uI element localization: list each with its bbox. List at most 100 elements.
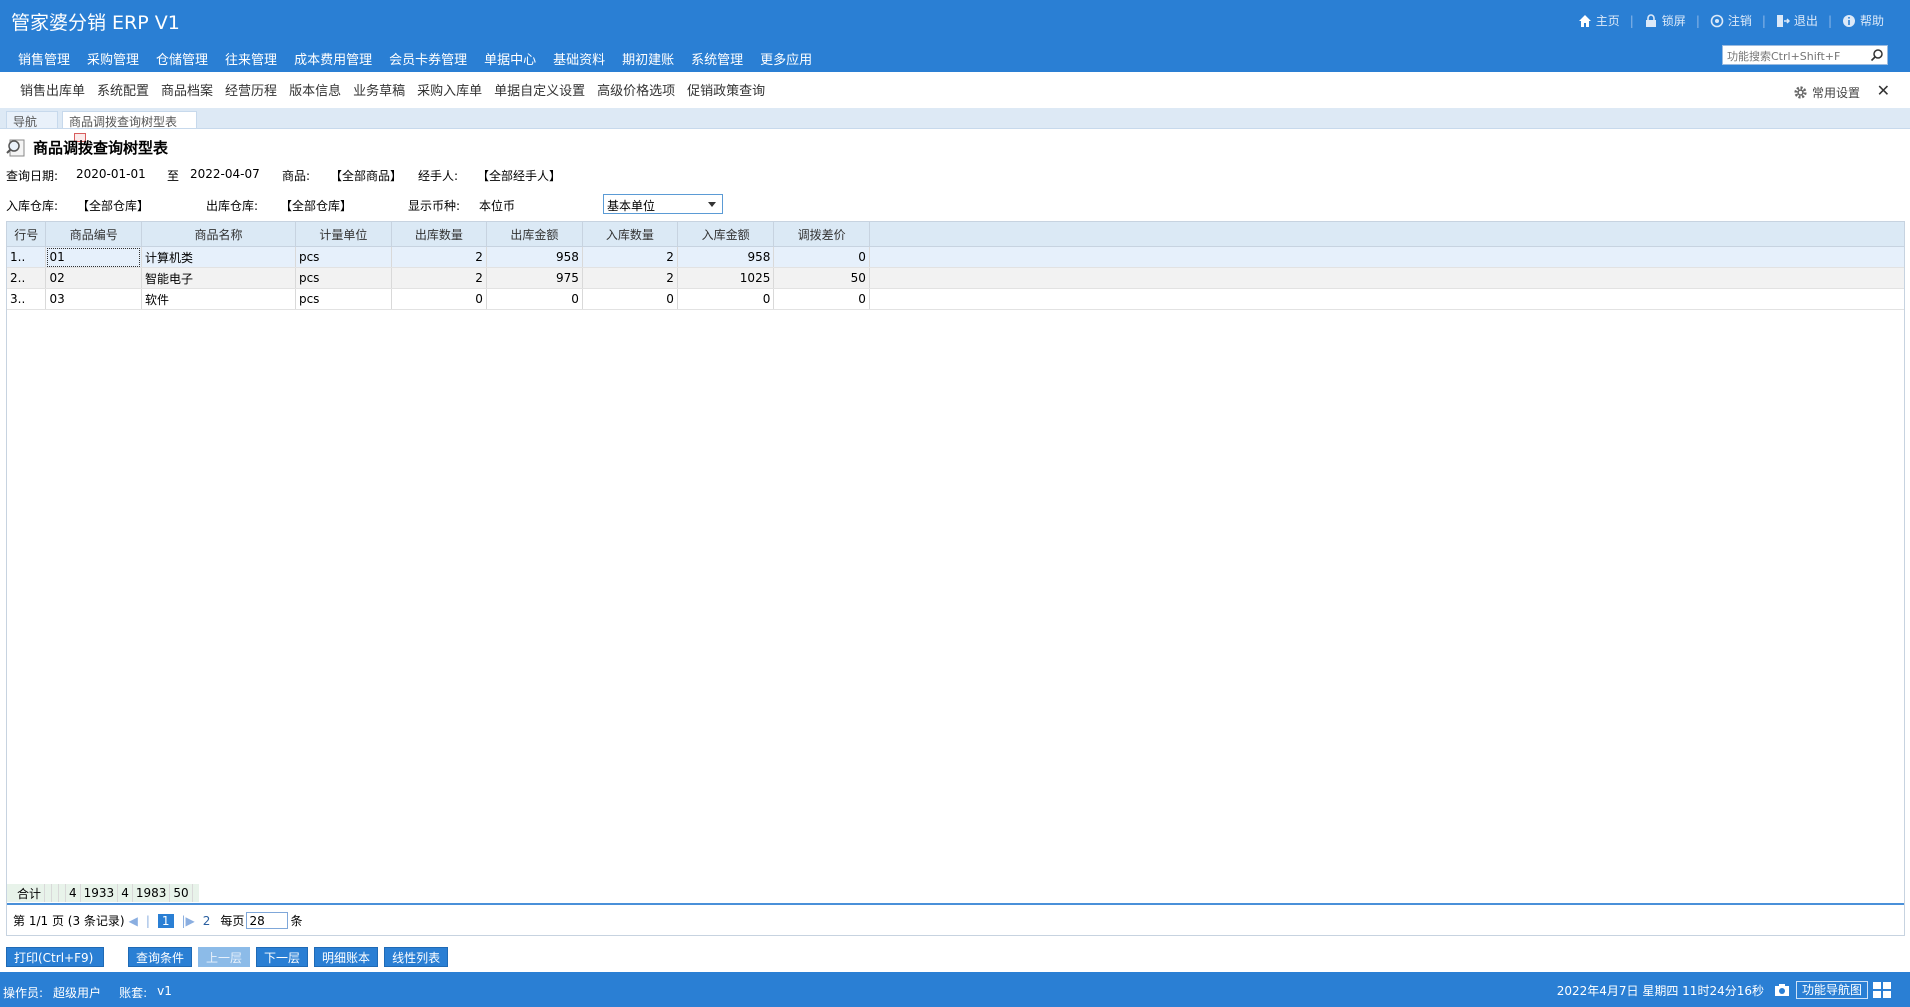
col-header-out-qty[interactable]: 出库数量	[391, 222, 487, 247]
prev-page-icon[interactable]: |	[146, 914, 150, 928]
home-link[interactable]: 主页	[1568, 12, 1630, 29]
nav-cost[interactable]: 成本费用管理	[294, 49, 372, 68]
currency-label: 显示币种:	[408, 199, 461, 213]
cell-price-diff[interactable]: 0	[773, 246, 870, 268]
lock-link[interactable]: 锁屏	[1634, 12, 1696, 29]
col-header-goods-name[interactable]: 商品名称	[141, 222, 296, 247]
col-header-filler	[869, 222, 1904, 247]
cell-out-amount[interactable]: 0	[486, 288, 583, 310]
level-up-button[interactable]: 上一层	[198, 947, 251, 967]
logout-label: 注销	[1727, 14, 1752, 28]
function-search	[1722, 45, 1888, 66]
cell-goods-name[interactable]: 软件	[141, 288, 296, 310]
operator-value: 超级用户	[53, 986, 102, 1000]
logout-link[interactable]: 注销	[1700, 12, 1762, 29]
quick-purchase-in[interactable]: 采购入库单	[417, 80, 482, 99]
refresh-page-icon[interactable]: 2	[203, 914, 211, 928]
nav-map-button[interactable]: 功能导航图	[1795, 981, 1868, 999]
function-search-input[interactable]	[1723, 46, 1869, 66]
cell-out-qty[interactable]: 2	[391, 246, 487, 268]
nav-purchase[interactable]: 采购管理	[87, 49, 139, 68]
cell-goods-name[interactable]: 计算机类	[141, 246, 296, 268]
table-row[interactable]: 2.. 02 智能电子 pcs 2 975 2 1025 50	[7, 267, 1904, 289]
quick-sales-out[interactable]: 销售出库单	[20, 80, 85, 99]
cell-out-amount[interactable]: 958	[486, 246, 583, 268]
nav-documents[interactable]: 单据中心	[484, 49, 536, 68]
nav-more[interactable]: 更多应用	[760, 49, 812, 68]
exit-link[interactable]: 退出	[1766, 12, 1828, 29]
col-header-unit[interactable]: 计量单位	[295, 222, 392, 247]
print-button[interactable]: 打印(Ctrl+F9)	[6, 947, 104, 967]
quick-version[interactable]: 版本信息	[289, 80, 341, 99]
cell-out-qty[interactable]: 0	[391, 288, 487, 310]
cell-goods-code[interactable]: 01	[45, 246, 142, 268]
cell-unit[interactable]: pcs	[295, 246, 392, 268]
nav-accounts[interactable]: 往来管理	[225, 49, 277, 68]
search-icon[interactable]	[1870, 48, 1884, 62]
cell-in-amount[interactable]: 958	[677, 246, 775, 268]
quick-promotion[interactable]: 促销政策查询	[687, 80, 765, 99]
cell-in-qty[interactable]: 2	[582, 246, 678, 268]
cell-in-qty[interactable]: 0	[582, 288, 678, 310]
cell-in-amount[interactable]: 1025	[677, 267, 775, 289]
current-page-button[interactable]: 1	[157, 913, 174, 928]
unit-select[interactable]: 基本单位	[603, 194, 723, 214]
grid-header-row: 行号 商品编号 商品名称 计量单位 出库数量 出库金额 入库数量 入库金额 调拨…	[7, 222, 1904, 247]
nav-sales[interactable]: 销售管理	[18, 49, 70, 68]
quick-history[interactable]: 经营历程	[225, 80, 277, 99]
per-page-input[interactable]	[246, 912, 289, 929]
quick-goods-archive[interactable]: 商品档案	[161, 80, 213, 99]
cell-goods-name[interactable]: 智能电子	[141, 267, 296, 289]
page-title: 商品调拨查询树型表	[33, 139, 169, 157]
cell-goods-code[interactable]: 02	[45, 267, 142, 289]
cell-unit[interactable]: pcs	[295, 267, 392, 289]
total-out-amount: 1933	[80, 884, 119, 902]
help-label: 帮助	[1859, 14, 1884, 28]
quick-system-config[interactable]: 系统配置	[97, 80, 149, 99]
tab-transfer-tree-report[interactable]: 商品调拨查询树型表	[62, 111, 197, 142]
col-header-in-amount[interactable]: 入库金额	[677, 222, 775, 247]
col-header-out-amount[interactable]: 出库金额	[486, 222, 583, 247]
tab-navigation[interactable]: 导航	[6, 111, 58, 129]
nav-member[interactable]: 会员卡券管理	[389, 49, 467, 68]
app-title: 管家婆分销 ERP V1	[11, 12, 180, 34]
table-row[interactable]: 1.. 01 计算机类 pcs 2 958 2 958 0	[7, 246, 1904, 268]
help-icon	[1842, 14, 1855, 27]
cell-in-amount[interactable]: 0	[677, 288, 775, 310]
col-header-goods-code[interactable]: 商品编号	[45, 222, 142, 247]
cell-in-qty[interactable]: 2	[582, 267, 678, 289]
cell-out-amount[interactable]: 975	[486, 267, 583, 289]
pager-divider	[7, 903, 1904, 905]
first-page-icon[interactable]: ◀	[129, 914, 138, 928]
nav-opening[interactable]: 期初建账	[622, 49, 674, 68]
out-warehouse-label: 出库仓库:	[206, 199, 259, 213]
close-quickbar-icon[interactable]: ✕	[1877, 81, 1890, 100]
grid-apps-icon[interactable]	[1872, 981, 1892, 999]
cell-price-diff[interactable]: 50	[773, 267, 870, 289]
quick-drafts[interactable]: 业务草稿	[353, 80, 405, 99]
date-from: 2020-01-01	[76, 167, 146, 181]
cell-goods-code[interactable]: 03	[45, 288, 142, 310]
cell-price-diff[interactable]: 0	[773, 288, 870, 310]
quick-price-options[interactable]: 高级价格选项	[597, 80, 675, 99]
help-link[interactable]: 帮助	[1832, 12, 1894, 29]
tab-navigation-label: 导航	[13, 115, 38, 129]
linear-list-button[interactable]: 线性列表	[384, 947, 449, 967]
col-header-in-qty[interactable]: 入库数量	[582, 222, 678, 247]
detail-ledger-button[interactable]: 明细账本	[314, 947, 379, 967]
level-down-button[interactable]: 下一层	[256, 947, 309, 967]
table-row[interactable]: 3.. 03 软件 pcs 0 0 0 0 0	[7, 288, 1904, 310]
col-header-row-no[interactable]: 行号	[7, 222, 47, 247]
quick-doc-custom[interactable]: 单据自定义设置	[494, 80, 585, 99]
cell-out-qty[interactable]: 2	[391, 267, 487, 289]
cell-unit[interactable]: pcs	[295, 288, 392, 310]
camera-icon[interactable]	[1774, 983, 1790, 997]
col-header-price-diff[interactable]: 调拨差价	[773, 222, 870, 247]
nav-warehouse[interactable]: 仓储管理	[156, 49, 208, 68]
next-page-icon[interactable]: |▶	[182, 914, 195, 928]
nav-basic-data[interactable]: 基础资料	[553, 49, 605, 68]
common-settings-button[interactable]: 常用设置	[1793, 84, 1860, 101]
query-conditions-button[interactable]: 查询条件	[128, 947, 193, 967]
nav-system[interactable]: 系统管理	[691, 49, 743, 68]
cell-row-no: 2..	[7, 267, 47, 289]
